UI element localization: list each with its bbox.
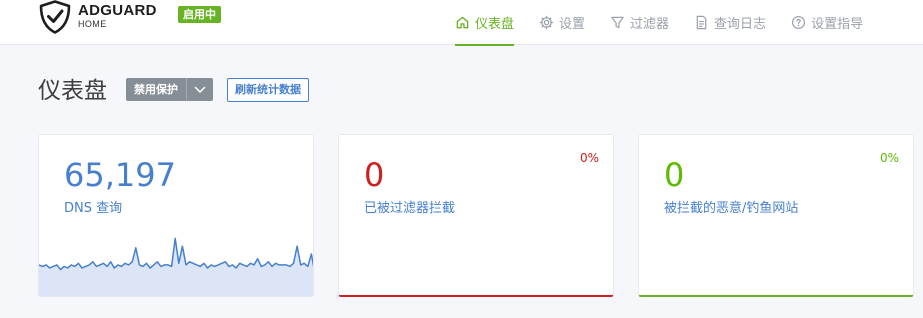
- nav-item-label: 设置: [559, 17, 586, 32]
- card-percent: 0%: [579, 151, 599, 165]
- top-header: ADGUARD HOME 启用中 仪表盘 设置 过滤器 查询日志 设置指导: [0, 0, 923, 46]
- logo[interactable]: ADGUARD HOME: [38, 0, 157, 34]
- status-badge: 启用中: [178, 6, 221, 23]
- adguard-shield-icon: [39, 0, 71, 34]
- logo-title: ADGUARD: [78, 2, 157, 19]
- filter-icon: [611, 16, 624, 29]
- dns-queries-sparkline: [39, 237, 313, 296]
- nav-item-label: 查询日志: [714, 17, 767, 32]
- document-icon: [696, 15, 707, 30]
- blocked-malware-phishing-card: 0 被拦截的恶意/钓鱼网站 0%: [638, 134, 914, 297]
- card-value: 0: [664, 156, 685, 194]
- card-value: 0: [364, 156, 385, 194]
- protection-button-group: 禁用保护: [126, 78, 213, 101]
- logo-text: ADGUARD HOME: [78, 3, 157, 29]
- logo-subtitle: HOME: [78, 19, 107, 29]
- card-label: 被拦截的恶意/钓鱼网站: [664, 201, 799, 216]
- card-label: 已被过滤器拦截: [364, 201, 456, 216]
- disable-protection-button[interactable]: 禁用保护: [126, 78, 186, 101]
- nav-item-dashboard[interactable]: 仪表盘: [455, 0, 515, 46]
- nav-item-settings[interactable]: 设置: [539, 0, 585, 45]
- nav-item-filters[interactable]: 过滤器: [610, 0, 669, 45]
- nav-item-label: 设置指导: [811, 17, 864, 32]
- card-value: 65,197: [64, 156, 176, 194]
- page-title: 仪表盘: [38, 78, 107, 104]
- protection-dropdown-toggle[interactable]: [186, 78, 213, 101]
- blocked-by-filters-card: 0 已被过滤器拦截 0%: [338, 134, 614, 297]
- card-label: DNS 查询: [64, 201, 123, 216]
- home-icon: [456, 16, 469, 29]
- chevron-down-icon: [194, 86, 206, 93]
- nav-item-setup-guide[interactable]: 设置指导: [791, 0, 863, 45]
- nav-item-label: 仪表盘: [475, 17, 515, 32]
- dns-queries-card: 65,197 DNS 查询: [38, 134, 314, 297]
- refresh-statistics-button[interactable]: 刷新统计数据: [227, 78, 309, 102]
- main-nav: 仪表盘 设置 过滤器 查询日志 设置指导: [455, 0, 888, 46]
- nav-item-label: 过滤器: [630, 17, 670, 32]
- gear-icon: [539, 15, 554, 30]
- nav-item-query-log[interactable]: 查询日志: [694, 0, 766, 45]
- help-circle-icon: [792, 15, 806, 30]
- card-percent: 0%: [879, 151, 899, 165]
